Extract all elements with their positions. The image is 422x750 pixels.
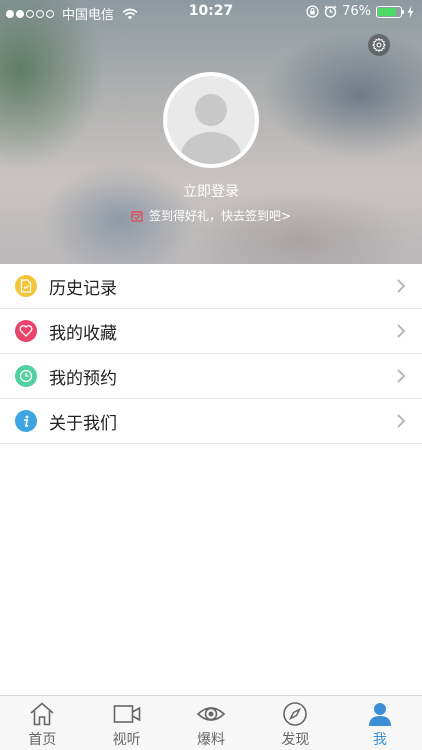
gear-icon [372,38,386,52]
status-right: 76% [306,4,414,19]
profile-menu: 历史记录 我的收藏 我的预约 关于我们 [0,264,422,444]
battery-percent: 76% [342,4,371,19]
tab-home[interactable]: 首页 [0,696,84,750]
favorite-heart-icon [15,320,37,342]
menu-item-reservations[interactable]: 我的预约 [0,354,422,399]
clock-icon [15,365,37,387]
history-icon [15,275,37,297]
menu-item-about[interactable]: 关于我们 [0,399,422,444]
rotation-lock-icon [306,5,319,18]
chevron-right-icon [397,414,406,428]
chevron-right-icon [397,369,406,383]
home-icon [30,702,54,726]
tab-label: 爆料 [197,732,226,748]
alarm-icon [324,5,337,18]
avatar[interactable] [163,72,259,168]
tab-me[interactable]: 我 [338,696,422,750]
compass-icon [283,702,308,726]
menu-item-favorites[interactable]: 我的收藏 [0,309,422,354]
chevron-right-icon [397,324,406,338]
person-icon [368,703,391,726]
charging-bolt-icon [407,5,414,18]
tab-video[interactable]: 视听 [84,696,168,750]
checkin-text: 签到得好礼，快去签到吧> [148,209,292,223]
eye-icon [197,707,226,721]
tab-label: 发现 [281,732,310,748]
tab-label: 首页 [28,732,57,748]
menu-label: 关于我们 [49,413,117,434]
tab-label: 我 [372,732,387,748]
video-camera-icon [113,705,140,723]
menu-label: 历史记录 [49,278,117,299]
tab-report[interactable]: 爆料 [169,696,253,750]
chevron-right-icon [397,279,406,293]
checkin-calendar-icon [131,210,143,222]
status-bar: 中国电信 10:27 76% [0,0,422,24]
menu-item-history[interactable]: 历史记录 [0,264,422,309]
menu-label: 我的收藏 [49,323,117,344]
menu-label: 我的预约 [49,368,117,389]
profile-header: 中国电信 10:27 76% 立即登录 签到得好礼，快去签到吧> [0,0,422,264]
settings-button[interactable] [368,34,390,56]
battery-fill [378,7,397,16]
login-link[interactable]: 立即登录 [0,181,422,201]
info-icon [15,410,37,432]
default-avatar-icon [167,76,255,164]
checkin-prompt[interactable]: 签到得好礼，快去签到吧> [0,207,422,224]
tab-label: 视听 [112,732,141,748]
tab-discover[interactable]: 发现 [253,696,337,750]
tab-bar: 首页 视听 爆料 发现 我 [0,695,422,750]
battery-icon [376,5,404,18]
